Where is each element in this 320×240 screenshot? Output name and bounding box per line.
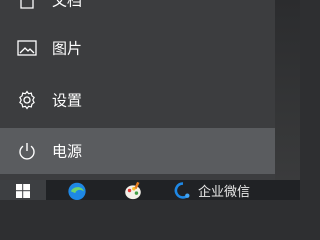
menu-item-label: 设置	[52, 91, 83, 110]
start-menu: 文档 图片 设置 电源	[0, 0, 275, 180]
wecom-icon[interactable]	[172, 181, 194, 200]
windows-logo-icon	[16, 184, 30, 198]
start-menu-tiles-area	[275, 0, 300, 180]
power-icon	[16, 140, 38, 162]
menu-item-label: 电源	[52, 142, 83, 161]
gear-icon	[16, 89, 38, 111]
taskbar: 企业微信	[0, 180, 300, 200]
paint-icon[interactable]	[122, 181, 144, 200]
menu-item-pictures[interactable]: 图片	[0, 26, 275, 70]
start-button[interactable]	[0, 180, 46, 200]
menu-item-documents[interactable]: 文档	[0, 0, 275, 22]
menu-item-power[interactable]: 电源	[0, 128, 275, 174]
picture-icon	[16, 37, 38, 59]
menu-item-label: 图片	[52, 39, 83, 58]
document-icon	[16, 0, 38, 11]
menu-item-settings[interactable]: 设置	[0, 78, 275, 122]
menu-item-label: 文档	[52, 0, 83, 10]
edge-browser-icon[interactable]	[66, 181, 88, 200]
taskbar-app-label[interactable]: 企业微信	[198, 181, 250, 200]
